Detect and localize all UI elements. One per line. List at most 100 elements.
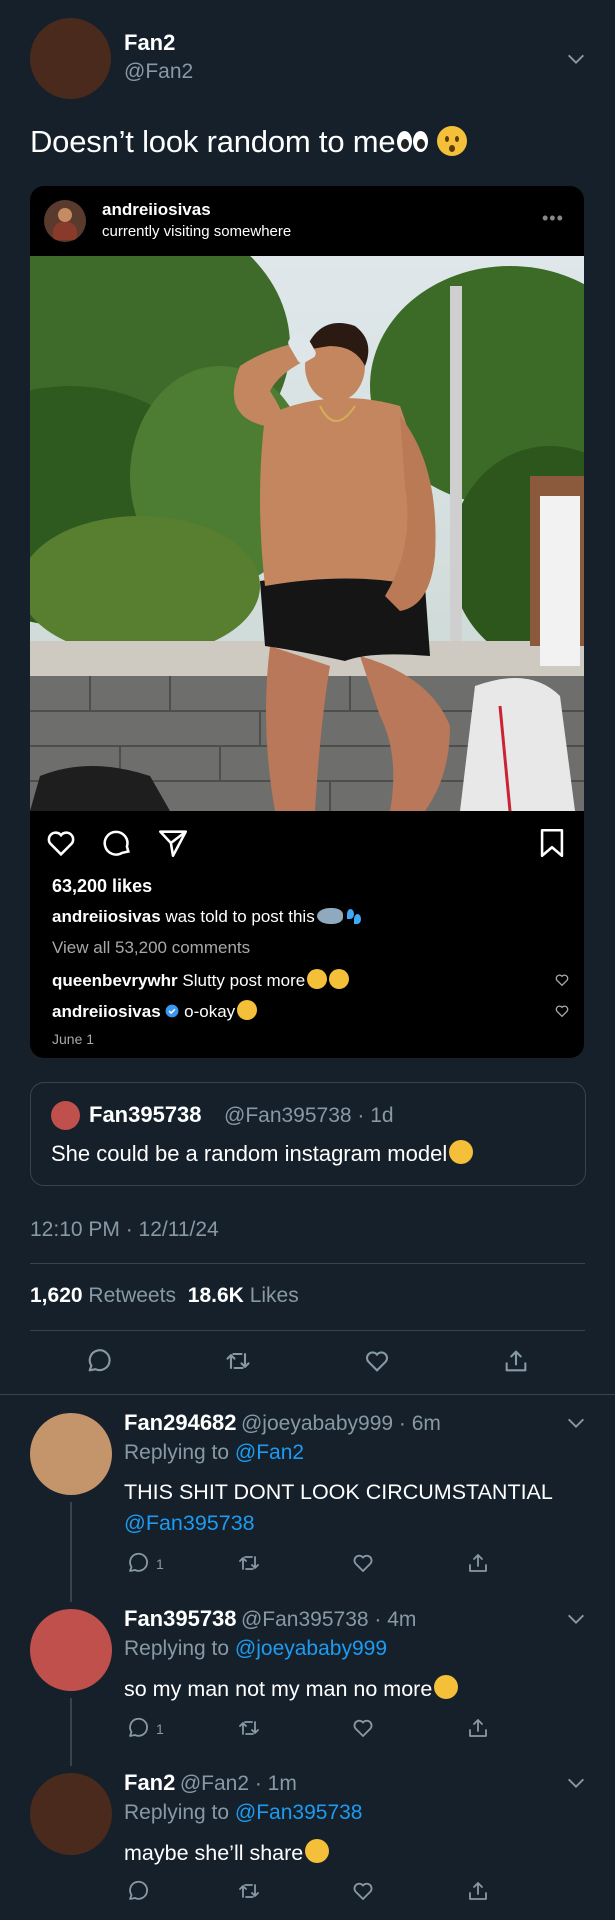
reply-text: THIS SHIT DONT LOOK CIRCUMSTANTIAL <box>124 1480 553 1504</box>
smiling-face-emoji-icon <box>307 969 328 989</box>
replying-to-label: Replying to <box>124 1637 230 1660</box>
retweet-icon[interactable] <box>237 1716 261 1740</box>
chevron-down-icon[interactable] <box>565 1772 587 1794</box>
reply-header: Fan395738 @Fan395738 · 4m <box>124 1606 416 1632</box>
face-with-hand-over-mouth-emoji-icon <box>434 1675 459 1699</box>
author-handle[interactable]: @Fan2 <box>124 60 193 84</box>
chevron-down-icon[interactable] <box>565 1412 587 1434</box>
divider <box>30 1263 585 1264</box>
reply-count: 1 <box>156 1721 164 1737</box>
ig-photo[interactable] <box>30 256 584 811</box>
sweat-smile-emoji-icon <box>237 1000 258 1020</box>
reply-icon[interactable] <box>126 1879 150 1903</box>
tweet-timestamp[interactable]: 12:10 PM · 12/11/24 <box>30 1218 219 1242</box>
replying-to: Replying to @joeyababy999 <box>124 1637 387 1661</box>
reply-avatar[interactable] <box>30 1773 112 1855</box>
comment-like-heart-icon[interactable] <box>554 972 570 988</box>
post-photo-illustration <box>30 256 584 811</box>
replying-to: Replying to @Fan395738 <box>124 1801 363 1825</box>
retweet-icon[interactable] <box>237 1551 261 1575</box>
instagram-embed-card[interactable]: andreiiosivas currently visiting somewhe… <box>30 186 584 1058</box>
quoted-author-name[interactable]: Fan395738 <box>89 1102 202 1128</box>
reply-author-name[interactable]: Fan395738 <box>124 1606 237 1631</box>
reply-header: Fan2 @Fan2 · 1m <box>124 1770 297 1796</box>
tweet-text-content: Doesn’t look random to me <box>30 124 396 159</box>
quoted-tweet-card[interactable]: Fan395738 @Fan395738 · 1d She could be a… <box>30 1082 586 1186</box>
reply-icon[interactable] <box>126 1551 150 1575</box>
reply-text-content: maybe she’ll share <box>124 1841 304 1865</box>
like-icon[interactable] <box>363 1347 391 1375</box>
reply-icon[interactable] <box>85 1347 113 1375</box>
replying-to-mention[interactable]: @joeyababy999 <box>235 1637 387 1660</box>
comment-icon[interactable] <box>100 826 134 860</box>
share-icon[interactable] <box>466 1551 490 1575</box>
more-options-icon[interactable]: ••• <box>542 208 564 229</box>
reply-author-name[interactable]: Fan294682 <box>124 1410 237 1435</box>
ig-comment: andreiiosivas o-okay <box>52 1000 258 1022</box>
retweet-icon[interactable] <box>224 1347 252 1375</box>
reply-text: so my man not my man no more <box>124 1675 459 1702</box>
share-icon[interactable] <box>466 1716 490 1740</box>
replying-to-label: Replying to <box>124 1441 230 1464</box>
replying-to-label: Replying to <box>124 1801 230 1824</box>
retweet-icon[interactable] <box>237 1879 261 1903</box>
likes-label[interactable]: Likes <box>250 1284 299 1307</box>
tears-of-joy-emoji-icon <box>305 1839 330 1863</box>
like-icon[interactable] <box>351 1879 375 1903</box>
reply-mention[interactable]: @Fan395738 <box>124 1511 255 1536</box>
ig-caption-username[interactable]: andreiiosivas <box>52 907 161 926</box>
author-display-name[interactable]: Fan2 <box>124 30 175 56</box>
tweet-text: Doesn’t look random to me <box>30 124 468 160</box>
reply-header: Fan294682 @joeyababy999 · 6m <box>124 1410 441 1436</box>
quoted-author-meta: @Fan395738 · 1d <box>224 1104 394 1127</box>
reply-count: 1 <box>156 1556 164 1572</box>
yum-face-emoji-icon <box>329 969 350 989</box>
thread-line <box>70 1502 72 1602</box>
heart-icon[interactable] <box>44 826 78 860</box>
reply-author-meta: @Fan2 · 1m <box>179 1772 297 1795</box>
ig-username[interactable]: andreiiosivas <box>102 200 211 220</box>
reply-author-meta: @joeyababy999 · 6m <box>240 1412 441 1435</box>
quoted-tweet-text: She could be a random instagram model <box>51 1140 474 1167</box>
quoted-tweet-text-content: She could be a random instagram model <box>51 1141 448 1166</box>
retweets-label[interactable]: Retweets <box>88 1284 176 1307</box>
reply-icon[interactable] <box>126 1716 150 1740</box>
ig-comment-username[interactable]: queenbevrywhr <box>52 971 178 990</box>
author-avatar[interactable] <box>30 18 111 99</box>
replying-to-mention[interactable]: @Fan2 <box>235 1441 304 1464</box>
ig-comment-username[interactable]: andreiiosivas <box>52 1002 161 1021</box>
reply-text: maybe she’ll share <box>124 1839 330 1866</box>
like-count[interactable]: 18.6K <box>188 1284 244 1307</box>
divider <box>0 1394 615 1395</box>
eye-roll-emoji-icon <box>449 1140 474 1164</box>
dolphin-emoji-icon <box>316 908 343 924</box>
retweet-count[interactable]: 1,620 <box>30 1284 83 1307</box>
comment-like-heart-icon[interactable] <box>554 1003 570 1019</box>
hushed-face-emoji-icon <box>437 126 468 156</box>
view-all-comments-link[interactable]: View all 53,200 comments <box>52 938 250 958</box>
share-icon[interactable] <box>156 826 190 860</box>
like-icon[interactable] <box>351 1716 375 1740</box>
replying-to: Replying to @Fan2 <box>124 1441 304 1465</box>
quoted-author-avatar[interactable] <box>51 1101 80 1130</box>
bookmark-icon[interactable] <box>535 826 569 860</box>
chevron-down-icon[interactable] <box>565 1608 587 1630</box>
divider <box>30 1330 585 1331</box>
ig-avatar[interactable] <box>44 200 86 242</box>
share-icon[interactable] <box>502 1347 530 1375</box>
reply-avatar[interactable] <box>30 1609 112 1691</box>
reply-author-name[interactable]: Fan2 <box>124 1770 175 1795</box>
ig-comment-text: o-okay <box>184 1002 236 1021</box>
reply-author-meta: @Fan395738 · 4m <box>240 1608 417 1631</box>
like-icon[interactable] <box>351 1551 375 1575</box>
ig-caption-text: was told to post this <box>165 907 315 926</box>
reply-avatar[interactable] <box>30 1413 112 1495</box>
ig-location[interactable]: currently visiting somewhere <box>102 223 291 240</box>
ig-caption: andreiiosivas was told to post this <box>52 907 363 927</box>
share-icon[interactable] <box>466 1879 490 1903</box>
ig-post-date: June 1 <box>52 1031 95 1047</box>
ig-like-count[interactable]: 63,200 likes <box>52 876 152 897</box>
chevron-down-icon[interactable] <box>565 48 587 70</box>
replying-to-mention[interactable]: @Fan395738 <box>235 1801 363 1824</box>
ig-comment-text: Slutty post more <box>182 971 306 990</box>
